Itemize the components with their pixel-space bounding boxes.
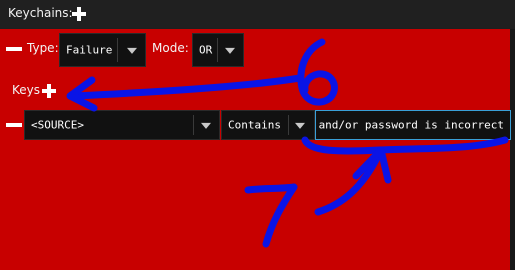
- app-window: Keychains: Type: Failure Mode: OR Keys <…: [0, 0, 515, 270]
- mode-select-separator: [217, 38, 218, 62]
- match-text-value: and/or password is incorrect: [318, 118, 504, 132]
- chevron-down-icon[interactable]: [225, 47, 235, 54]
- remove-keychain-minus-icon[interactable]: [6, 47, 22, 51]
- type-select[interactable]: Failure: [59, 33, 146, 67]
- keychains-title: Keychains:: [8, 6, 73, 20]
- keychains-header: Keychains:: [0, 0, 515, 28]
- type-select-value: Failure: [66, 43, 113, 57]
- mode-label: Mode:: [152, 41, 189, 55]
- type-label: Type:: [27, 41, 59, 55]
- type-select-separator: [117, 38, 118, 62]
- source-select[interactable]: <SOURCE>: [24, 110, 220, 140]
- chevron-down-icon[interactable]: [201, 122, 211, 129]
- operator-select-separator: [288, 115, 289, 135]
- add-key-plus-icon[interactable]: [42, 84, 56, 98]
- keys-label: Keys: [12, 83, 41, 97]
- add-keychain-plus-icon[interactable]: [72, 7, 86, 21]
- remove-key-minus-icon[interactable]: [6, 123, 22, 127]
- mode-select[interactable]: OR: [192, 33, 244, 67]
- match-text-input[interactable]: and/or password is incorrect: [315, 110, 511, 140]
- chevron-down-icon[interactable]: [295, 122, 305, 129]
- mode-select-value: OR: [199, 43, 213, 57]
- scrollbar[interactable]: [510, 29, 515, 270]
- source-select-value: <SOURCE>: [31, 118, 84, 132]
- source-select-separator: [193, 115, 194, 135]
- operator-select[interactable]: Contains: [221, 110, 315, 140]
- operator-select-value: Contains: [228, 118, 281, 132]
- chevron-down-icon[interactable]: [127, 47, 137, 54]
